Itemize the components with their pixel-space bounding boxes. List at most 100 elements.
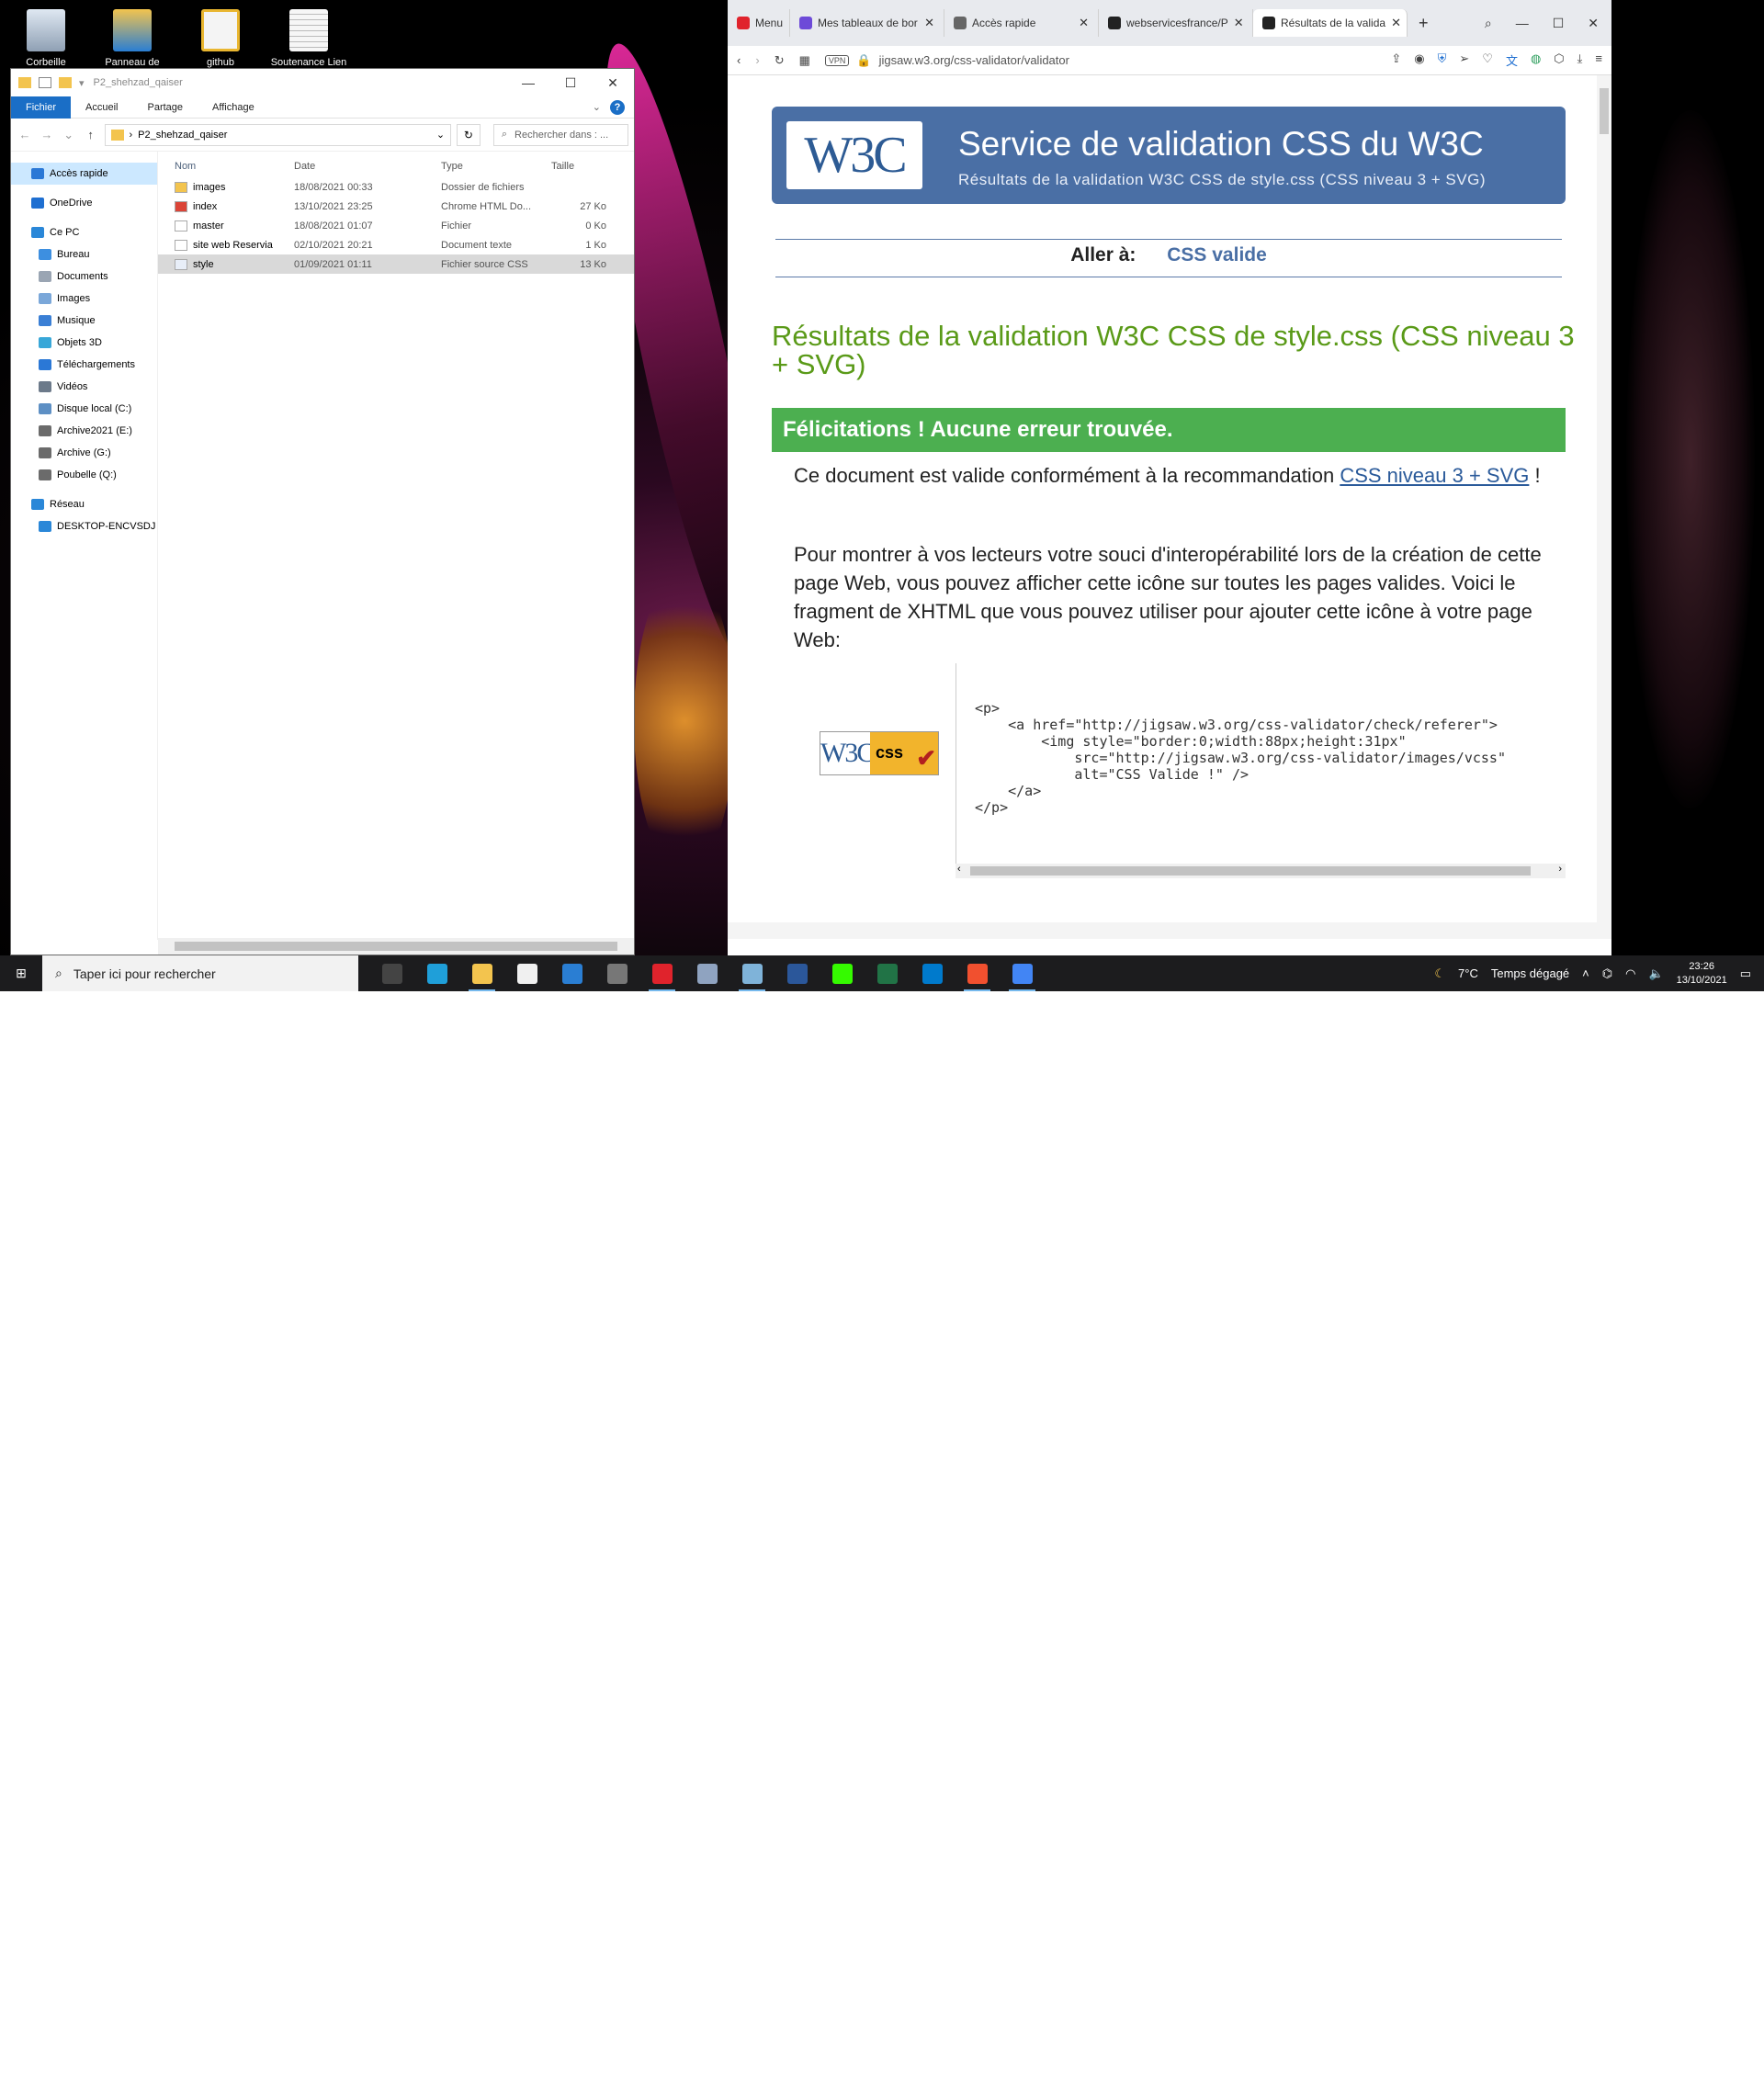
up-icon[interactable]: ↑ — [83, 128, 99, 141]
shield-icon[interactable]: ⛨ — [1438, 51, 1447, 69]
taskbar-app[interactable] — [729, 955, 775, 991]
taskbar-app[interactable] — [414, 955, 459, 991]
scroll-left-icon[interactable]: ‹ — [957, 864, 961, 875]
file-row[interactable]: master 18/08/2021 01:07 Fichier 0 Ko — [158, 216, 634, 235]
close-tab-icon[interactable]: ✕ — [1391, 16, 1401, 30]
desktop-icon-recycle-bin[interactable]: Corbeille — [0, 4, 92, 68]
taskbar-app[interactable] — [369, 955, 414, 991]
camera-icon[interactable]: ◉ — [1414, 51, 1424, 69]
minimize-button[interactable]: — — [1516, 16, 1529, 31]
sidebar-item[interactable]: Archive (G:) — [11, 442, 157, 464]
close-tab-icon[interactable]: ✕ — [1234, 16, 1244, 30]
recent-locations-icon[interactable]: ⌄ — [61, 128, 77, 142]
new-folder-icon[interactable] — [59, 77, 72, 88]
sidebar-item[interactable]: Poubelle (Q:) — [11, 464, 157, 486]
taskbar-app[interactable] — [955, 955, 1000, 991]
sidebar-item[interactable]: Archive2021 (E:) — [11, 420, 157, 442]
tab-accueil[interactable]: Accueil — [71, 96, 132, 119]
browser-menu-button[interactable]: Menu — [728, 9, 790, 37]
column-name[interactable]: Nom — [158, 161, 294, 172]
code-snippet[interactable]: <p> <a href="http://jigsaw.w3.org/css-va… — [956, 663, 1566, 876]
translate-icon[interactable]: 文 — [1506, 51, 1518, 69]
browser-tab[interactable]: Mes tableaux de bor ✕ — [790, 9, 944, 37]
taskbar-app[interactable] — [1000, 955, 1045, 991]
search-icon[interactable]: ⌕ — [1485, 16, 1492, 31]
sidebar-item[interactable]: Ce PC — [11, 221, 157, 243]
weather-moon-icon[interactable]: ☾ — [1434, 966, 1445, 981]
notifications-icon[interactable]: ▭ — [1740, 966, 1751, 981]
breadcrumb[interactable]: P2_shehzad_qaiser — [138, 130, 227, 141]
jump-link-css-valide[interactable]: CSS valide — [1167, 244, 1267, 266]
tab-affichage[interactable]: Affichage — [198, 96, 269, 119]
download-icon[interactable]: ⤓ — [1577, 51, 1583, 69]
desktop-icon-control-panel[interactable]: Panneau de — [86, 4, 178, 68]
desktop-icon-soutenance[interactable]: Soutenance Lien — [263, 4, 355, 68]
sidebar-item[interactable]: Téléchargements — [11, 354, 157, 376]
browser-tab[interactable]: Résultats de la valida ✕ — [1253, 9, 1408, 37]
css-valid-badge[interactable]: W3C css ✔ — [820, 731, 939, 775]
taskbar-app[interactable] — [865, 955, 910, 991]
close-tab-icon[interactable]: ✕ — [1079, 16, 1089, 30]
column-date[interactable]: Date — [294, 161, 441, 172]
tab-partage[interactable]: Partage — [132, 96, 198, 119]
close-button[interactable]: ✕ — [1588, 16, 1599, 31]
taskbar-search[interactable]: ⌕ Taper ici pour rechercher — [42, 955, 358, 991]
search-input[interactable]: ⌕ Rechercher dans : ... — [492, 123, 628, 146]
browser-tab[interactable]: webservicesfrance/P ✕ — [1099, 9, 1253, 37]
address-bar[interactable]: VPN 🔒 jigsaw.w3.org/css-validator/valida… — [824, 53, 1069, 68]
weather-text[interactable]: Temps dégagé — [1491, 966, 1569, 980]
sidebar-item[interactable]: Objets 3D — [11, 332, 157, 354]
horizontal-scrollbar[interactable] — [158, 938, 634, 955]
sidebar-item[interactable]: OneDrive — [11, 192, 157, 214]
browser-tab[interactable]: Accès rapide ✕ — [944, 9, 1099, 37]
forward-icon[interactable]: → — [39, 128, 55, 141]
heart-icon[interactable]: ♡ — [1482, 51, 1493, 69]
back-icon[interactable]: ‹ — [737, 53, 741, 67]
maximize-button[interactable]: ☐ — [549, 75, 592, 91]
taskbar-app[interactable] — [594, 955, 639, 991]
column-type[interactable]: Type — [441, 161, 551, 172]
reload-icon[interactable]: ↻ — [775, 53, 785, 68]
clock[interactable]: 23:26 13/10/2021 — [1677, 960, 1727, 988]
desktop-icon-github[interactable]: github — [175, 4, 266, 68]
extension-icon[interactable]: ◍ — [1531, 51, 1541, 69]
file-row[interactable]: index 13/10/2021 23:25 Chrome HTML Do... 27… — [158, 197, 634, 216]
sidebar-item[interactable]: Musique — [11, 310, 157, 332]
chevron-down-icon[interactable]: ⌄ — [436, 129, 445, 141]
forward-icon[interactable]: › — [755, 53, 759, 67]
taskbar-app[interactable] — [775, 955, 820, 991]
address-bar[interactable]: › P2_shehzad_qaiser ⌄ — [104, 123, 452, 146]
file-row[interactable]: images 18/08/2021 00:33 Dossier de fichier… — [158, 177, 634, 197]
share-icon[interactable]: ⇪ — [1391, 51, 1401, 69]
tabs-grid-icon[interactable]: ▦ — [799, 53, 810, 68]
chevron-down-icon[interactable]: ▾ — [79, 77, 85, 89]
w3c-logo[interactable]: W3C — [786, 121, 922, 189]
expand-ribbon-icon[interactable]: ⌄ — [593, 101, 601, 113]
close-tab-icon[interactable]: ✕ — [924, 16, 934, 30]
refresh-button[interactable]: ↻ — [457, 123, 481, 146]
network-icon[interactable]: ⌬ — [1602, 966, 1612, 981]
sidebar-item[interactable]: Images — [11, 288, 157, 310]
file-row[interactable]: style 01/09/2021 01:11 Fichier source CSS 1… — [158, 254, 634, 274]
sidebar-item[interactable]: Réseau — [11, 493, 157, 515]
back-icon[interactable]: ← — [17, 128, 33, 141]
url-text[interactable]: jigsaw.w3.org/css-validator/validator — [879, 53, 1069, 67]
taskbar-app[interactable] — [684, 955, 729, 991]
tab-fichier[interactable]: Fichier — [11, 96, 72, 119]
properties-icon[interactable] — [39, 77, 51, 88]
close-button[interactable]: ✕ — [592, 75, 634, 91]
maximize-button[interactable]: ☐ — [1553, 16, 1565, 31]
weather-temp[interactable]: 7°C — [1458, 966, 1478, 980]
taskbar-app[interactable] — [459, 955, 504, 991]
chevron-up-icon[interactable]: ˄ — [1582, 966, 1589, 980]
cube-icon[interactable]: ⬡ — [1554, 51, 1564, 69]
vpn-badge[interactable]: VPN — [824, 54, 850, 66]
taskbar-app[interactable] — [504, 955, 549, 991]
help-icon[interactable]: ? — [610, 99, 625, 115]
sidebar-item[interactable]: Disque local (C:) — [11, 398, 157, 420]
taskbar-app[interactable] — [549, 955, 594, 991]
sidebar-item[interactable]: Bureau — [11, 243, 157, 266]
wifi-icon[interactable]: ◠ — [1625, 966, 1635, 981]
start-button[interactable]: ⊞ — [0, 966, 42, 981]
send-icon[interactable]: ➢ — [1459, 51, 1469, 69]
